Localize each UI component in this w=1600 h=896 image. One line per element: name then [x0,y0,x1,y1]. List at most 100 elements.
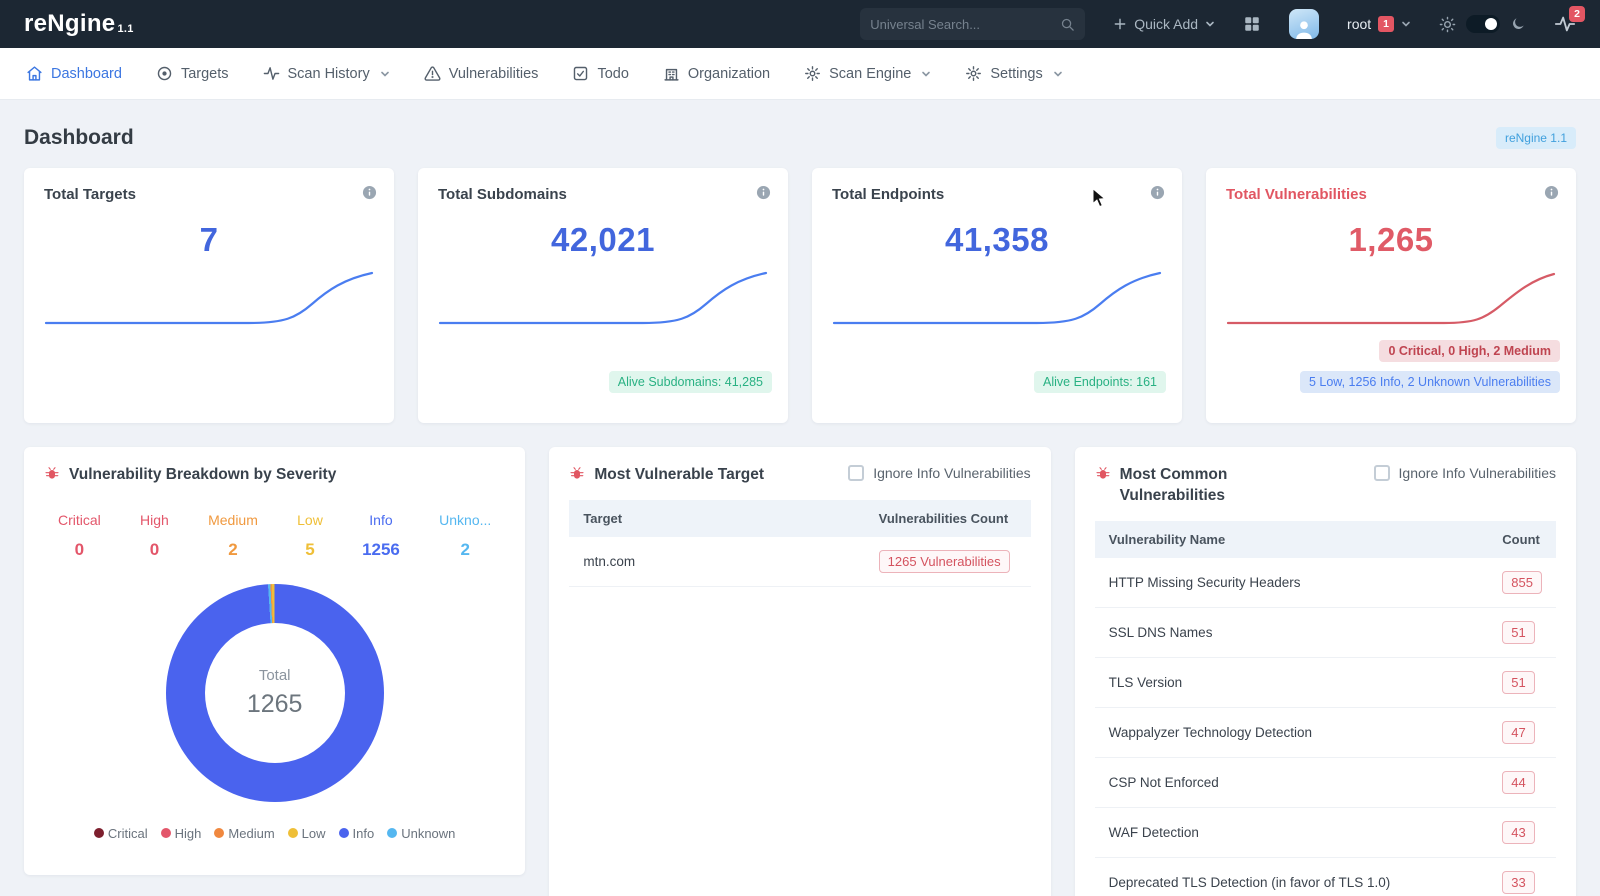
stat-value: 7 [199,221,219,258]
stat-card-total-vulnerabilities: Total Vulnerabilities 1,265 0 Critical, … [1206,168,1576,423]
stat-title: Total Subdomains [438,186,567,203]
stat-card-total-endpoints: Total Endpoints 41,358 Alive Endpoints: … [812,168,1182,423]
vuln-count-badge: 1265 Vulnerabilities [878,549,1010,573]
legend-label: High [174,825,202,841]
user-menu[interactable]: root 1 [1347,16,1411,32]
theme-switcher [1439,15,1526,33]
table-row[interactable]: Deprecated TLS Detection (in favor of TL… [1094,857,1556,896]
main-nav: Dashboard Targets Scan History Vulnerabi… [0,48,1600,100]
info-icon[interactable] [362,185,377,200]
info-icon[interactable] [756,185,771,200]
sparkline-chart [1226,272,1556,325]
nav-label: Settings [990,65,1043,82]
count-badge: 51 [1502,670,1535,694]
severity-label: Medium [208,511,258,528]
most-vulnerable-target-card: Most Vulnerable Target Ignore Info Vulne… [549,447,1051,896]
card-title: Vulnerability Breakdown by Severity [69,466,337,483]
col-header-name: Vulnerability Name [1108,531,1226,547]
severity-label: Low [297,511,323,528]
vuln-name-cell: Deprecated TLS Detection (in favor of TL… [1094,857,1489,896]
bug-icon [1095,466,1111,482]
donut-total-value: 1265 [246,689,303,718]
plus-icon [1113,17,1127,31]
nav-label: Vulnerabilities [448,65,539,82]
legend-dot [160,828,171,839]
severity-value: 2 [228,539,238,559]
vuln-name-cell: HTTP Missing Security Headers [1094,557,1489,608]
count-badge: 33 [1502,870,1535,894]
table-row[interactable]: HTTP Missing Security Headers 855 [1094,557,1556,608]
search-input[interactable] [870,16,1061,32]
person-icon [1296,21,1312,39]
table-row[interactable]: CSP Not Enforced 44 [1094,757,1556,808]
table-row[interactable]: TLS Version 51 [1094,657,1556,708]
nav-item-targets[interactable]: Targets [156,65,229,82]
nav-item-settings[interactable]: Settings [965,65,1062,82]
target-icon [157,66,172,81]
quick-add-label: Quick Add [1134,16,1199,32]
nav-label: Dashboard [51,65,122,82]
search-icon [1060,17,1075,32]
user-count-badge: 1 [1378,16,1394,32]
building-icon [664,68,679,81]
stat-value: 1,265 [1348,221,1434,258]
checkbox-icon[interactable] [1373,465,1390,481]
nav-label: Scan History [287,65,370,82]
stats-row: Total Targets 7 Total Subdomains 42,021 … [24,168,1576,423]
nav-label: Todo [597,65,629,82]
chevron-down-icon [1401,19,1411,29]
info-icon[interactable] [1544,185,1559,200]
ignore-info-checkbox-group[interactable]: Ignore Info Vulnerabilities [848,465,1031,481]
table-row[interactable]: SSL DNS Names 51 [1094,607,1556,658]
nav-item-todo[interactable]: Todo [572,65,629,82]
bug-icon [569,466,585,482]
table-row[interactable]: WAF Detection 43 [1094,807,1556,858]
legend-dot [287,828,298,839]
info-summary-badge: 5 Low, 1256 Info, 2 Unknown Vulnerabilit… [1299,371,1560,393]
col-header-count: Count [1502,531,1540,547]
severity-donut-chart[interactable]: Total 1265 [165,583,384,802]
vuln-name-cell: CSP Not Enforced [1094,757,1489,808]
brand-version: 1.1 [117,23,134,35]
nav-item-scan-engine[interactable]: Scan Engine [804,65,931,82]
nav-label: Organization [687,65,771,82]
dark-mode-toggle[interactable] [1466,15,1500,33]
bottom-row: Vulnerability Breakdown by Severity Crit… [24,447,1576,896]
page-title: Dashboard [24,126,134,149]
severity-label: Critical [58,511,101,528]
nav-item-scan-history[interactable]: Scan History [263,65,390,82]
legend-label: Low [301,825,326,841]
brand-logo[interactable]: reNgine 1.1 [24,10,134,38]
ignore-info-checkbox-group[interactable]: Ignore Info Vulnerabilities [1373,465,1556,481]
severity-breakdown-card: Vulnerability Breakdown by Severity Crit… [24,447,526,875]
checkbox-label: Ignore Info Vulnerabilities [1398,465,1556,481]
table-row[interactable]: Wappalyzer Technology Detection 47 [1094,707,1556,758]
avatar[interactable] [1289,9,1320,39]
nav-item-dashboard[interactable]: Dashboard [26,65,122,82]
checkbox-icon[interactable] [848,465,865,481]
universal-search[interactable] [860,8,1086,40]
bug-icon [44,466,60,482]
table-row[interactable]: mtn.com 1265 Vulnerabilities [569,536,1031,587]
alive-badge: Alive Endpoints: 161 [1034,371,1166,393]
chevron-down-icon [380,69,390,79]
chevron-down-icon [1205,19,1215,29]
notifications-button[interactable]: 2 [1554,6,1585,35]
legend-label: Critical [107,825,148,841]
donut-total-label: Total [258,666,291,684]
card-title: Most Common Vulnerabilities [1119,466,1228,504]
nav-item-organization[interactable]: Organization [663,65,770,82]
count-badge: 51 [1502,620,1535,644]
most-common-vulnerabilities-card: Most Common Vulnerabilities Ignore Info … [1074,447,1576,896]
stat-title: Total Vulnerabilities [1226,186,1367,203]
count-badge: 43 [1502,820,1535,844]
grid-icon [1245,17,1259,31]
quick-add-button[interactable]: Quick Add [1113,16,1215,32]
chevron-down-icon [921,69,931,79]
sun-icon [1439,16,1456,33]
legend-label: Medium [228,825,275,841]
nav-item-vulnerabilities[interactable]: Vulnerabilities [424,65,539,82]
info-icon[interactable] [1150,185,1165,200]
col-header-target: Target [583,510,623,526]
apps-grid-button[interactable] [1243,15,1261,33]
